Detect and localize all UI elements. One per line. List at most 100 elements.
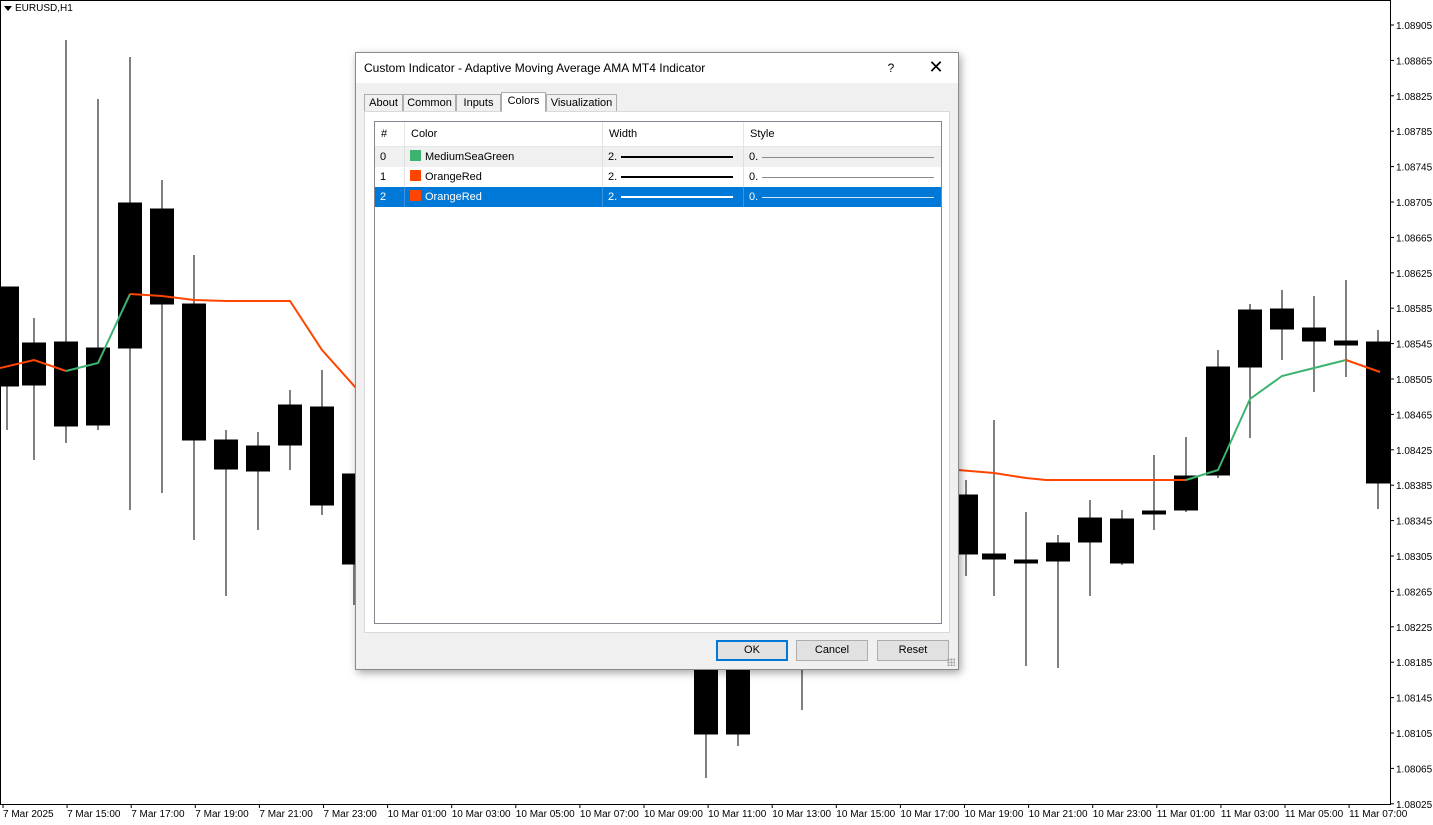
dialog-title: Custom Indicator - Adaptive Moving Avera…: [364, 61, 706, 75]
color-swatch-icon: [410, 150, 421, 161]
color-name: OrangeRed: [425, 171, 482, 183]
time-label: 7 Mar 2025: [3, 809, 54, 820]
candle-body: [1174, 475, 1198, 511]
candle-body: [182, 303, 206, 441]
price-label: 1.08465: [1396, 410, 1433, 421]
candle-body: [982, 553, 1006, 560]
candle-body: [22, 342, 46, 386]
width-line-icon: [621, 196, 733, 198]
time-label: 10 Mar 03:00: [452, 809, 511, 820]
close-button[interactable]: ✕: [924, 57, 948, 79]
color-cell[interactable]: OrangeRed: [405, 187, 603, 207]
style-line-icon: [762, 157, 934, 158]
header-width[interactable]: Width: [603, 122, 744, 146]
header-index[interactable]: #: [375, 122, 405, 146]
price-label: 1.08065: [1396, 764, 1433, 775]
color-swatch-icon: [410, 190, 421, 201]
tab-visualization[interactable]: Visualization: [546, 94, 617, 111]
style-line-icon: [762, 177, 934, 178]
row-index: 2: [375, 187, 405, 207]
width-cell[interactable]: 2.: [603, 187, 744, 207]
price-label: 1.08225: [1396, 623, 1433, 634]
price-label: 1.08145: [1396, 694, 1433, 705]
time-label: 10 Mar 07:00: [580, 809, 639, 820]
time-label: 10 Mar 05:00: [516, 809, 575, 820]
candle-body: [1046, 542, 1070, 562]
width-value: 2.: [608, 191, 618, 203]
price-label: 1.08305: [1396, 552, 1433, 563]
candle-body: [118, 202, 142, 349]
time-label: 10 Mar 19:00: [965, 809, 1024, 820]
width-cell[interactable]: 2.: [603, 147, 744, 167]
cancel-button[interactable]: Cancel: [796, 640, 868, 661]
tab-about[interactable]: About: [364, 94, 403, 111]
width-line-icon: [621, 156, 733, 158]
row-index: 1: [375, 167, 405, 187]
color-cell[interactable]: MediumSeaGreen: [405, 147, 603, 167]
time-label: 10 Mar 09:00: [644, 809, 703, 820]
candle-body: [310, 406, 334, 506]
price-label: 1.08785: [1396, 127, 1433, 138]
symbol-text: EURUSD,H1: [15, 3, 73, 14]
style-value: 0.: [749, 191, 759, 203]
candle-body: [1110, 518, 1134, 564]
candle-body: [150, 208, 174, 305]
style-cell[interactable]: 0.: [744, 187, 942, 207]
candle-body: [1142, 510, 1166, 515]
custom-indicator-dialog: Custom Indicator - Adaptive Moving Avera…: [355, 52, 959, 670]
candle-body: [726, 669, 750, 735]
style-value: 0.: [749, 171, 759, 183]
time-label: 7 Mar 19:00: [195, 809, 249, 820]
time-label: 10 Mar 15:00: [836, 809, 895, 820]
row-index: 0: [375, 147, 405, 167]
candle-body: [1014, 559, 1038, 564]
candle-body: [246, 445, 270, 472]
resize-grip-icon[interactable]: [947, 658, 955, 666]
symbol-label: EURUSD,H1: [4, 3, 73, 14]
time-label: 10 Mar 21:00: [1029, 809, 1088, 820]
header-style[interactable]: Style: [744, 122, 942, 146]
color-swatch-icon: [410, 170, 421, 181]
time-label: 11 Mar 07:00: [1349, 809, 1408, 820]
style-cell[interactable]: 0.: [744, 147, 942, 167]
tab-inputs[interactable]: Inputs: [456, 94, 501, 111]
table-header: # Color Width Style: [375, 122, 941, 147]
help-button[interactable]: ?: [880, 57, 902, 79]
price-label: 1.08825: [1396, 92, 1433, 103]
candle-body: [694, 669, 718, 735]
candle-body: [1366, 341, 1390, 484]
price-label: 1.08625: [1396, 269, 1433, 280]
price-label: 1.08545: [1396, 340, 1433, 351]
table-row[interactable]: 1 OrangeRed 2. 0.: [375, 167, 941, 187]
tab-common[interactable]: Common: [403, 94, 456, 111]
time-label: 11 Mar 01:00: [1157, 809, 1216, 820]
style-cell[interactable]: 0.: [744, 167, 942, 187]
reset-button[interactable]: Reset: [877, 640, 949, 661]
table-row-selected[interactable]: 2 OrangeRed 2. 0.: [375, 187, 941, 207]
ok-button[interactable]: OK: [716, 640, 788, 661]
header-color[interactable]: Color: [405, 122, 603, 146]
width-cell[interactable]: 2.: [603, 167, 744, 187]
candle-body: [86, 347, 110, 426]
time-label: 10 Mar 01:00: [388, 809, 447, 820]
price-label: 1.08585: [1396, 304, 1433, 315]
dialog-titlebar[interactable]: Custom Indicator - Adaptive Moving Avera…: [356, 53, 958, 83]
candle-body: [54, 341, 78, 427]
time-label: 10 Mar 13:00: [772, 809, 831, 820]
candle-body: [1302, 327, 1326, 342]
price-label: 1.08385: [1396, 481, 1433, 492]
price-label: 1.08705: [1396, 198, 1433, 209]
color-cell[interactable]: OrangeRed: [405, 167, 603, 187]
dropdown-triangle-icon[interactable]: [4, 6, 12, 11]
price-label: 1.08105: [1396, 729, 1433, 740]
price-label: 1.08665: [1396, 233, 1433, 244]
price-label: 1.08345: [1396, 517, 1433, 528]
style-line-icon: [762, 197, 934, 198]
time-label: 7 Mar 17:00: [131, 809, 185, 820]
candle-body: [1078, 517, 1102, 543]
price-label: 1.08425: [1396, 446, 1433, 457]
price-label: 1.08745: [1396, 163, 1433, 174]
tab-colors[interactable]: Colors: [501, 92, 546, 112]
table-row[interactable]: 0 MediumSeaGreen 2. 0.: [375, 147, 941, 167]
time-label: 11 Mar 03:00: [1221, 809, 1280, 820]
